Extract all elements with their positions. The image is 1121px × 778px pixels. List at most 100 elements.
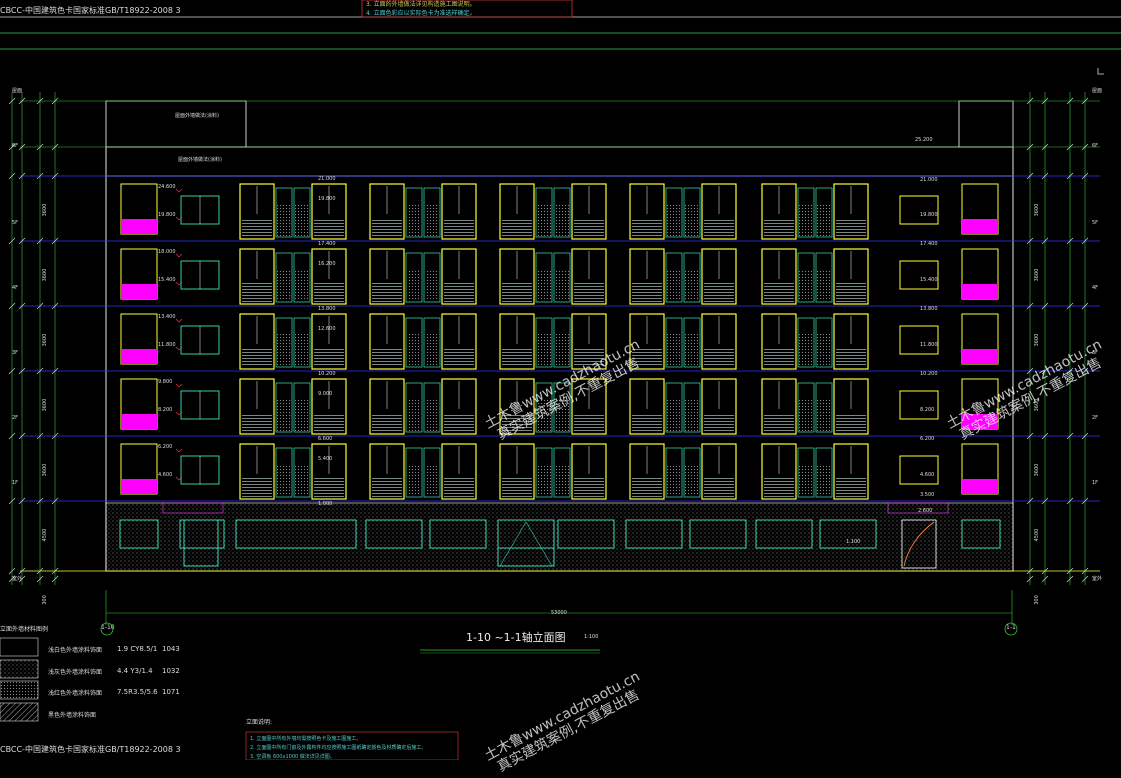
dimension-value-right: 300 xyxy=(1034,595,1040,605)
elevation-mark-right: 3.500 xyxy=(920,492,934,498)
elevation-mark-mid: 17.400 xyxy=(318,241,336,247)
elevation-mark-right: 6.200 xyxy=(920,436,934,442)
floor-label-left: 3F xyxy=(12,350,18,356)
elevation-mark-right: 11.800 xyxy=(920,342,938,348)
ac-louvre xyxy=(502,283,532,302)
window-side-right xyxy=(899,455,939,485)
ac-louvre xyxy=(242,348,272,367)
drawing-title: 1-10 ~1-1轴立面图 xyxy=(466,631,566,644)
ac-louvre xyxy=(836,218,866,237)
ac-louvre xyxy=(704,413,734,432)
floor-label-left: 屋面 xyxy=(12,88,22,94)
ac-louvre xyxy=(632,478,662,497)
ac-louvre xyxy=(764,283,794,302)
ac-louvre xyxy=(444,348,474,367)
window-panel xyxy=(555,269,569,301)
ac-louvre xyxy=(242,283,272,302)
window-side-right xyxy=(899,325,939,355)
window-panel xyxy=(277,334,291,366)
balcony-rail-right xyxy=(962,479,998,494)
elevation-mark-left: 15.400 xyxy=(158,277,176,283)
window-panel xyxy=(799,204,813,236)
legend-swatch xyxy=(0,680,39,700)
window-panel xyxy=(817,464,831,496)
ac-louvre xyxy=(704,348,734,367)
base-plinth xyxy=(105,502,1014,572)
legend-title: 立面外墙材料图例 xyxy=(0,626,49,633)
ac-louvre xyxy=(372,413,402,432)
elevation-triangle xyxy=(175,383,183,388)
ac-louvre xyxy=(444,283,474,302)
legend-row-1-name: 浅白色外墙涂料饰面 xyxy=(48,647,103,654)
window-panel xyxy=(295,464,309,496)
window-panel xyxy=(685,399,699,431)
window-panel xyxy=(537,334,551,366)
elevation-mark-right: 4.600 xyxy=(920,472,934,478)
elevation-mark-mid: 10.200 xyxy=(318,371,336,377)
ac-louvre xyxy=(574,218,604,237)
elevation-mark-left: 13.400 xyxy=(158,314,176,320)
legend-row-2-code: 4.4 Y3/1.4 xyxy=(117,667,153,675)
ac-louvre xyxy=(242,478,272,497)
ac-louvre xyxy=(574,478,604,497)
building-elevation: 24.600 19.800 18.000 15.400 13.400 11.800 9.80… xyxy=(20,100,1100,572)
dimension-value-left: 3600 xyxy=(42,204,48,217)
window-panel xyxy=(295,204,309,236)
drawing-scale: 1:100 xyxy=(584,634,599,640)
window-panel xyxy=(277,464,291,496)
window-panel xyxy=(295,334,309,366)
window-side-right xyxy=(899,195,939,225)
legend-swatch xyxy=(0,659,39,679)
ac-louvre xyxy=(502,478,532,497)
window-panel xyxy=(555,334,569,366)
ac-louvre xyxy=(632,283,662,302)
window-panel xyxy=(537,464,551,496)
ac-louvre xyxy=(836,478,866,497)
legend-row-4-name: 黑色外墙涂料饰面 xyxy=(48,712,97,719)
window-panel xyxy=(799,269,813,301)
window-panel xyxy=(295,269,309,301)
dimension-value-right: 3600 xyxy=(1034,204,1040,217)
legend-row-1-code: 1.9 CY8.5/1 xyxy=(117,645,158,653)
floor-label-left: 2F xyxy=(12,415,18,421)
window-panel xyxy=(817,269,831,301)
elevation-triangle xyxy=(175,188,183,193)
elevation-triangle xyxy=(175,253,183,258)
window-panel xyxy=(537,269,551,301)
dimension-value-left: 3600 xyxy=(42,269,48,282)
ac-louvre xyxy=(372,283,402,302)
floor-label-right: 4F xyxy=(1092,285,1098,291)
dimension-value-left: 4500 xyxy=(42,529,48,542)
header-note-1: 3. 立面的外墙做法详见构造施工图说明。 xyxy=(366,1,476,8)
floor-label-left: 室外 xyxy=(12,575,22,582)
elevation-mark-left: 18.000 xyxy=(158,249,176,255)
ac-louvre xyxy=(704,478,734,497)
ac-louvre xyxy=(372,348,402,367)
legend-swatch xyxy=(0,637,39,657)
notes-line-1: 1. 立面图中所有外墙均需按照色卡及施工图施工。 xyxy=(250,736,362,742)
window-panel xyxy=(817,204,831,236)
dimension-value-left: 3600 xyxy=(42,334,48,347)
elevation-mark-left: 6.200 xyxy=(158,444,172,450)
dimension-value-left: 3600 xyxy=(42,399,48,412)
legend-row-1-num: 1043 xyxy=(162,645,180,653)
elevation-mark-mid: 13.800 xyxy=(318,306,336,312)
ac-louvre xyxy=(372,218,402,237)
window-panel xyxy=(685,464,699,496)
window-panel xyxy=(407,464,421,496)
legend-row-2-num: 1032 xyxy=(162,667,180,675)
legend-swatch xyxy=(0,702,39,722)
ac-louvre xyxy=(836,413,866,432)
window-panel xyxy=(667,204,681,236)
window-panel xyxy=(555,204,569,236)
window-panel xyxy=(407,334,421,366)
header-standard-text: CBCC-中国建筑色卡国家标准GB/T18922-2008 3 xyxy=(0,6,181,15)
axis-bubble-right-label: 1-1 xyxy=(1006,624,1016,631)
window-panel xyxy=(667,334,681,366)
window-side-right xyxy=(899,390,939,420)
ac-louvre xyxy=(372,478,402,497)
ac-louvre xyxy=(314,348,344,367)
total-dimension: 53000 xyxy=(551,610,567,616)
legend-row-2-name: 浅灰色外墙涂料饰面 xyxy=(48,669,103,676)
elevation-mark-right: 15.400 xyxy=(920,277,938,283)
